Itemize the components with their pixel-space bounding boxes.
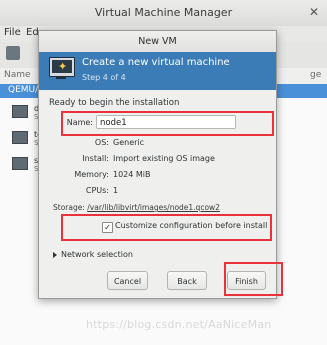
- dialog-title: New VM: [138, 36, 177, 47]
- vm-monitor-icon: [12, 105, 28, 118]
- highlight-box-finish: [224, 262, 283, 296]
- vm-monitor-icon: [12, 157, 28, 170]
- vm-monitor-icon: [12, 131, 28, 144]
- memory-value: 1024 MiB: [113, 170, 151, 179]
- storage-path: /var/lib/libvirt/images/node1.qcow2: [87, 203, 220, 212]
- network-selection-expander[interactable]: Network selection: [61, 250, 133, 259]
- install-value: Import existing OS image: [113, 154, 215, 163]
- header-title: Create a new virtual machine: [82, 57, 230, 68]
- memory-label: Memory:: [74, 170, 109, 179]
- ready-text: Ready to begin the installation: [49, 98, 180, 108]
- menu-edit[interactable]: Ed: [26, 27, 39, 38]
- os-label: OS:: [94, 138, 109, 147]
- monitor-stand: [56, 76, 66, 79]
- os-value: Generic: [113, 138, 145, 147]
- dialog-titlebar: New VM: [39, 31, 276, 53]
- new-vm-toolbar-icon[interactable]: [6, 46, 20, 60]
- menu-file[interactable]: File: [4, 27, 21, 38]
- column-usage[interactable]: ge: [310, 70, 321, 80]
- storage-label: Storage:: [53, 203, 85, 212]
- highlight-box-customize: [61, 214, 272, 241]
- monitor-screen: ✦: [52, 60, 72, 73]
- column-name[interactable]: Name: [4, 70, 31, 80]
- cpus-label: CPUs:: [85, 186, 109, 195]
- new-vm-dialog: New VM ✦ Create a new virtual machine St…: [38, 30, 277, 299]
- back-button[interactable]: Back: [167, 271, 207, 290]
- cpus-value: 1: [113, 186, 119, 195]
- highlight-box-name: [61, 111, 274, 136]
- header-step: Step 4 of 4: [82, 73, 126, 82]
- monitor-new-vm-icon: ✦: [49, 57, 75, 77]
- watermark-text: https://blog.csdn.net/AaNiceMan: [86, 318, 272, 331]
- vmm-titlebar: Virtual Machine Manager ✕: [0, 0, 327, 27]
- cancel-button[interactable]: Cancel: [107, 271, 148, 290]
- expander-arrow-icon[interactable]: [53, 252, 57, 258]
- dialog-header-banner: ✦ Create a new virtual machine Step 4 of…: [39, 52, 276, 90]
- vmm-close-icon[interactable]: ✕: [309, 5, 319, 19]
- vmm-title: Virtual Machine Manager: [94, 6, 233, 19]
- install-label: Install:: [82, 154, 109, 163]
- storage-row: Storage: /var/lib/libvirt/images/node1.q…: [53, 203, 220, 212]
